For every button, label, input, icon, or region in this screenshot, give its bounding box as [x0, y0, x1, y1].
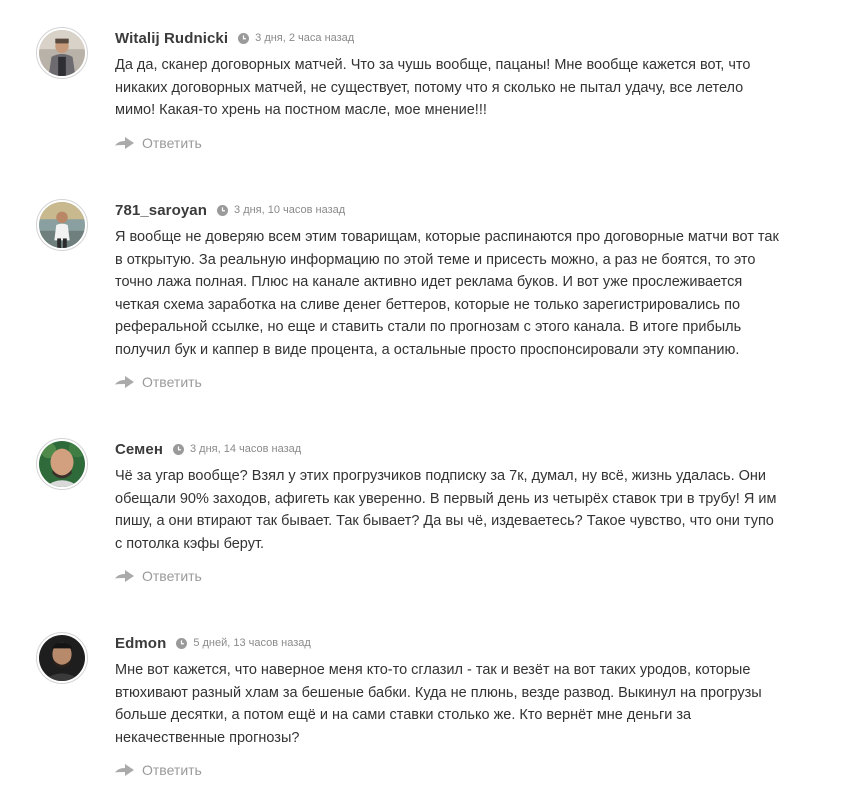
comment-author[interactable]: Witalij Rudnicki: [115, 30, 228, 47]
comment-text: Да да, сканер договорных матчей. Что за …: [115, 57, 751, 118]
reply-label: Ответить: [142, 374, 202, 390]
comment-author[interactable]: Семен: [115, 441, 163, 458]
reply-button[interactable]: Ответить: [115, 135, 202, 151]
avatar-image: [39, 441, 85, 487]
reply-arrow-icon: [115, 375, 134, 389]
avatar-image: [39, 635, 85, 681]
avatar[interactable]: [36, 27, 88, 79]
avatar[interactable]: [36, 632, 88, 684]
clock-icon: [217, 204, 229, 216]
reply-label: Ответить: [142, 134, 202, 151]
comment-date[interactable]: 3 дня, 2 часа назад: [255, 32, 354, 44]
comment-date[interactable]: 3 дня, 10 часов назад: [234, 204, 345, 216]
comment-text: Чё за угар вообще? Взял у этих прогрузчи…: [115, 468, 777, 552]
avatar[interactable]: [36, 199, 88, 251]
avatar-image: [39, 202, 85, 248]
avatar-image: [39, 30, 85, 76]
comment-date[interactable]: 3 дня, 14 часов назад: [190, 443, 301, 455]
reply-arrow-icon: [115, 136, 134, 150]
clock-icon: [176, 637, 188, 649]
comment-author[interactable]: Edmon: [115, 635, 166, 652]
reply-label: Ответить: [142, 762, 202, 778]
reply-arrow-icon: [115, 569, 134, 583]
reply-button[interactable]: Ответить: [115, 374, 202, 390]
clock-icon: [238, 32, 250, 44]
reply-label: Ответить: [142, 568, 202, 584]
reply-arrow-icon: [115, 763, 134, 777]
comment-date[interactable]: 5 дней, 13 часов назад: [193, 637, 310, 649]
clock-icon: [172, 443, 184, 455]
comment-text: Мне вот кажется, что наверное меня кто-т…: [115, 662, 762, 746]
avatar[interactable]: [36, 438, 88, 490]
reply-button[interactable]: Ответить: [115, 568, 202, 584]
reply-button[interactable]: Ответить: [115, 762, 202, 778]
comment-author[interactable]: 781_saroyan: [115, 202, 207, 219]
comment-text: Я вообще не доверяю всем этим товарищам,…: [115, 229, 779, 358]
